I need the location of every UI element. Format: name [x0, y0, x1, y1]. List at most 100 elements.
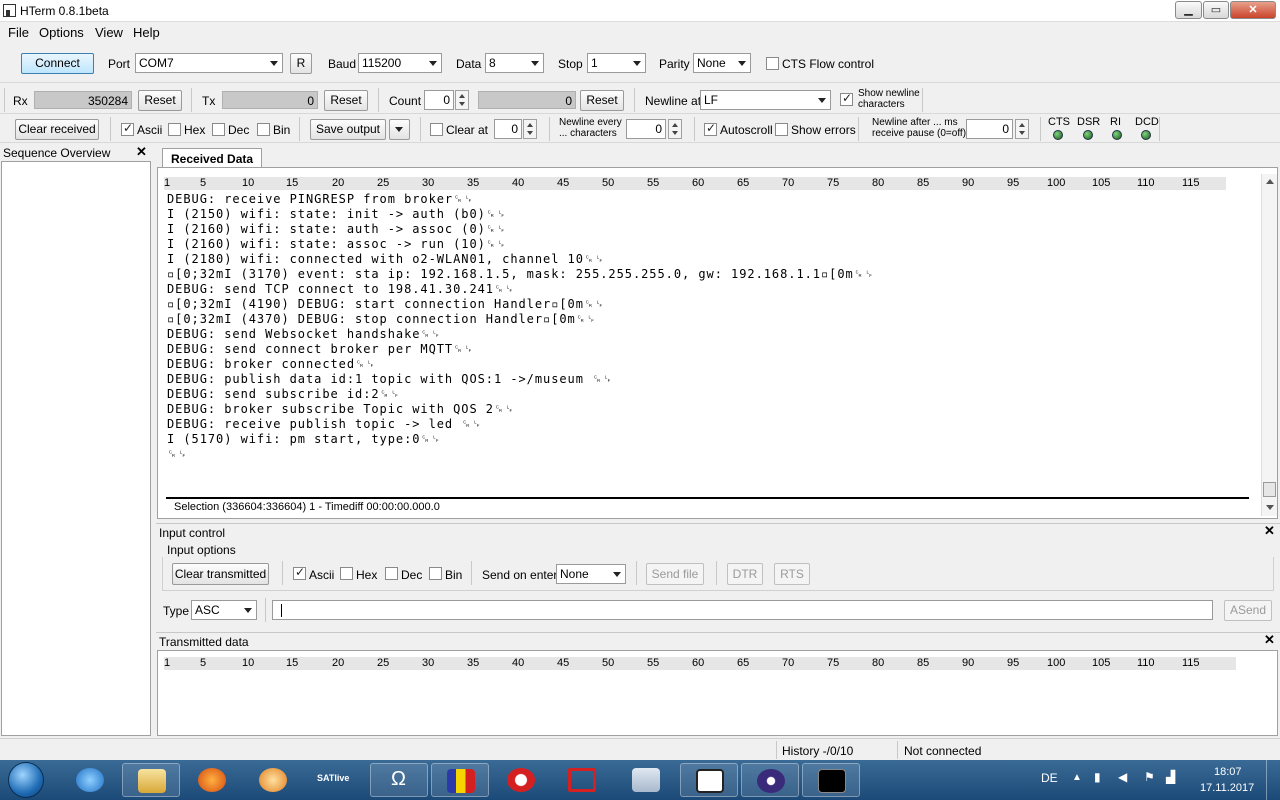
send-on-enter-select[interactable]: None	[556, 564, 626, 584]
refresh-ports-button[interactable]: R	[290, 53, 312, 74]
toolbar-separator	[1040, 117, 1041, 141]
input-control-close-icon[interactable]: ✕	[1264, 523, 1275, 539]
autoscroll-checkbox[interactable]	[704, 121, 717, 136]
newline-at-select[interactable]: LF	[700, 90, 831, 110]
asend-button[interactable]: ASend	[1224, 600, 1272, 621]
input-dec-checkbox[interactable]	[385, 567, 398, 580]
show-errors-label: Show errors	[791, 123, 856, 137]
eclipse-icon[interactable]	[741, 763, 799, 797]
count-input[interactable]: 0	[424, 90, 454, 110]
language-indicator[interactable]: DE	[1041, 771, 1058, 785]
bin-checkbox[interactable]	[257, 123, 270, 136]
count-spinner[interactable]	[455, 90, 469, 110]
tx-reset-button[interactable]: Reset	[324, 90, 368, 111]
save-output-button[interactable]: Save output	[310, 119, 386, 140]
tray-signal-icon[interactable]: ▟	[1166, 770, 1175, 784]
received-line: DEBUG: receive PINGRESP from broker␍␊	[167, 192, 475, 206]
clear-received-button[interactable]: Clear received	[15, 119, 99, 140]
save-output-dropdown[interactable]	[389, 119, 410, 140]
show-desktop-button[interactable]	[1266, 760, 1280, 800]
show-errors-checkbox[interactable]	[775, 123, 788, 136]
ruler-tick: 80	[872, 177, 885, 189]
firefox-icon[interactable]	[183, 763, 241, 797]
maximize-button[interactable]: ▭	[1203, 1, 1229, 19]
tray-device-icon[interactable]: ▮	[1094, 770, 1101, 784]
port-select[interactable]: COM7	[135, 53, 283, 73]
cts-flow-checkbox[interactable]	[766, 57, 779, 70]
count-reset-button[interactable]: Reset	[580, 90, 624, 111]
newline-after-spinner[interactable]	[1015, 119, 1029, 139]
hex-checkbox[interactable]	[168, 123, 181, 136]
minimize-button[interactable]: ▁	[1175, 1, 1202, 19]
ascii-checkbox[interactable]	[121, 121, 134, 136]
menu-help[interactable]: Help	[133, 25, 160, 40]
parity-select[interactable]: None	[693, 53, 751, 73]
input-ascii-checkbox[interactable]	[293, 565, 306, 580]
network-app-icon[interactable]	[680, 763, 738, 797]
calculator-icon[interactable]	[617, 763, 675, 797]
hex-label: Hex	[184, 123, 206, 137]
dec-checkbox[interactable]	[212, 123, 225, 136]
command-prompt-icon[interactable]	[802, 763, 860, 797]
connection-status: Not connected	[904, 744, 982, 758]
type-label: Type	[163, 604, 190, 618]
received-text[interactable]: DEBUG: receive PINGRESP from broker␍␊ I (…	[167, 192, 1257, 467]
received-line: DEBUG: send subscribe id:2␍␊	[167, 387, 401, 401]
scribble-app-icon[interactable]	[553, 763, 611, 797]
tray-flag-icon[interactable]: ⚑	[1144, 770, 1155, 784]
rts-button[interactable]: RTS	[774, 563, 810, 585]
clear-at-checkbox[interactable]	[430, 123, 443, 136]
start-button[interactable]	[2, 760, 52, 800]
satlive-icon[interactable]: SATlive	[305, 763, 363, 797]
menu-view[interactable]: View	[95, 25, 123, 40]
newline-after-input[interactable]: 0	[966, 119, 1013, 139]
clear-at-spinner[interactable]	[523, 119, 537, 139]
scroll-up-icon[interactable]	[1266, 179, 1274, 184]
media-player-icon[interactable]	[244, 763, 302, 797]
omega-app-icon[interactable]: Ω	[370, 763, 428, 797]
menu-file[interactable]: File	[8, 25, 29, 40]
internet-explorer-icon[interactable]	[61, 763, 119, 797]
hterm-taskbar-icon[interactable]	[431, 763, 489, 797]
taskbar-date[interactable]: 17.11.2017	[1200, 782, 1254, 794]
connect-button[interactable]: Connect	[21, 53, 94, 74]
received-scrollbar[interactable]	[1261, 174, 1277, 516]
sequence-overview-panel[interactable]	[1, 161, 151, 736]
file-explorer-icon[interactable]	[122, 763, 180, 797]
transmitted-data-panel[interactable]: 1 5 10 15 20 25 30 35 40 45 50 55 60 65 70 75 80 85 90 95 10…	[157, 650, 1278, 736]
baud-select[interactable]: 115200	[358, 53, 442, 73]
stop-bits-select[interactable]: 1	[587, 53, 646, 73]
dtr-button[interactable]: DTR	[727, 563, 763, 585]
input-hex-checkbox[interactable]	[340, 567, 353, 580]
close-button[interactable]: ✕	[1230, 1, 1276, 19]
clear-transmitted-button[interactable]: Clear transmitted	[172, 563, 269, 585]
menu-options[interactable]: Options	[39, 25, 84, 40]
clear-at-input[interactable]: 0	[494, 119, 522, 139]
ruler-tick: 80	[872, 657, 885, 669]
input-bin-checkbox[interactable]	[429, 567, 442, 580]
newline-every-spinner[interactable]	[668, 119, 682, 139]
rx-reset-button[interactable]: Reset	[138, 90, 182, 111]
scroll-down-icon[interactable]	[1266, 505, 1274, 510]
tab-received-data[interactable]: Received Data	[162, 148, 263, 167]
send-file-button[interactable]: Send file	[646, 563, 704, 585]
toolbar-separator	[299, 117, 300, 141]
sequence-close-icon[interactable]: ✕	[136, 144, 147, 160]
type-select[interactable]: ASC	[191, 600, 257, 620]
ccleaner-icon[interactable]	[492, 763, 550, 797]
received-data-panel[interactable]: 1 5 10 15 20 25 30 35 40 45 50 55 60 65 70 75 80 85 90 95 10…	[157, 167, 1278, 519]
status-separator	[776, 741, 777, 759]
show-newline-checkbox[interactable]	[840, 91, 853, 106]
taskbar-time[interactable]: 18:07	[1214, 766, 1242, 778]
received-line: DEBUG: send TCP connect to 198.41.30.241…	[167, 282, 516, 296]
scroll-thumb[interactable]	[1263, 482, 1276, 497]
column-ruler: 1 5 10 15 20 25 30 35 40 45 50 55 60 65 70 75 80 85 90 95 10…	[164, 657, 1236, 670]
toolbar-separator	[1159, 117, 1160, 141]
data-bits-select[interactable]: 8	[485, 53, 544, 73]
tray-volume-muted-icon[interactable]: ◀	[1118, 770, 1127, 784]
newline-every-input[interactable]: 0	[626, 119, 666, 139]
ruler-tick: 105	[1092, 657, 1111, 669]
transmitted-close-icon[interactable]: ✕	[1264, 632, 1275, 648]
send-input[interactable]	[272, 600, 1213, 620]
tray-expand-icon[interactable]: ▲	[1072, 772, 1082, 783]
